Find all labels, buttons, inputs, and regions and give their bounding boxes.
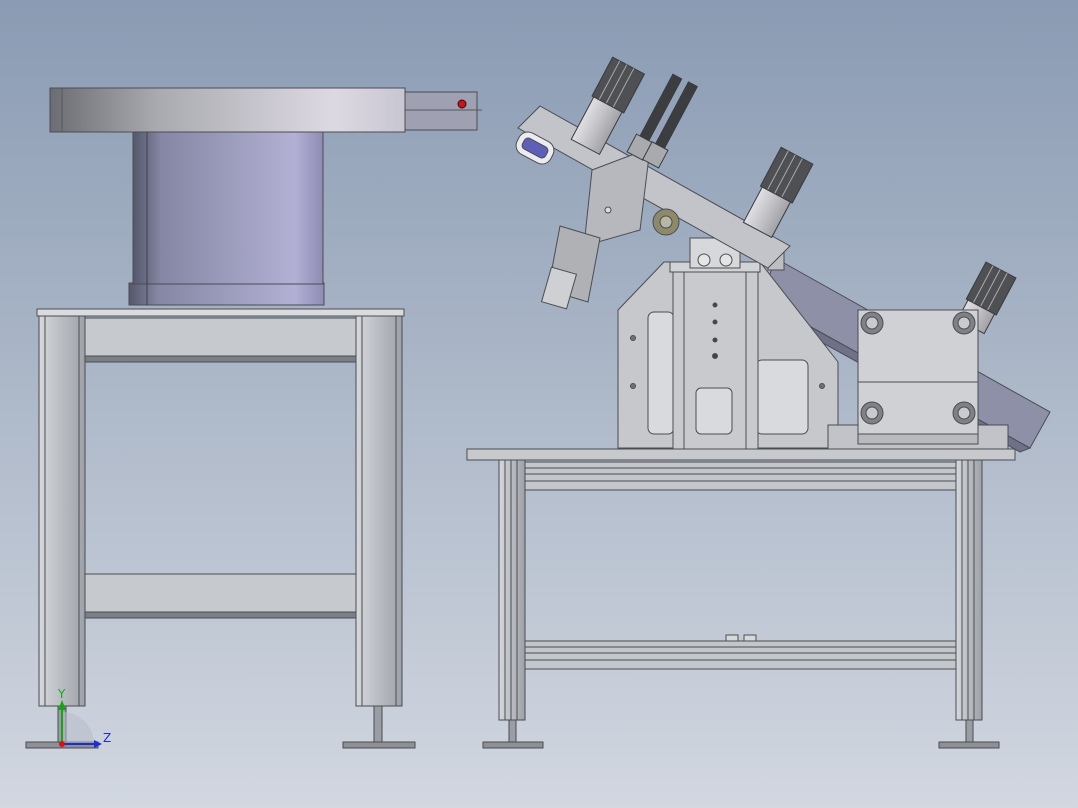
cad-drawing	[0, 0, 1078, 808]
triad-z-label: Z	[103, 731, 112, 745]
cad-viewport[interactable]: Y Z	[0, 0, 1078, 808]
indicator-light-icon	[457, 99, 467, 109]
triad-y-label: Y	[58, 687, 66, 701]
clamp-block	[857, 309, 979, 445]
